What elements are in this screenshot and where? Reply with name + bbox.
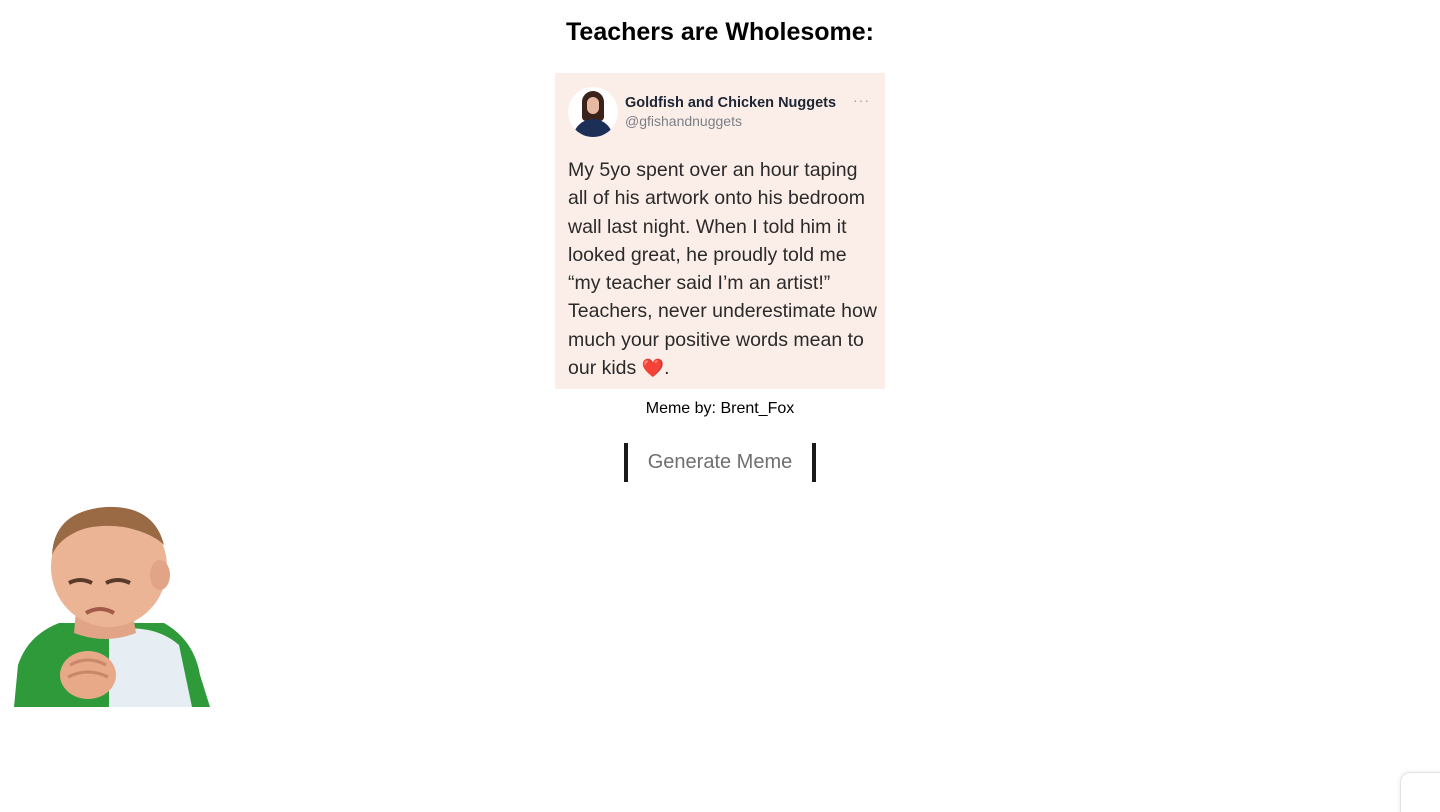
tweet-line: looked great, he proudly told me: [568, 243, 847, 266]
tweet-line: “my teacher said I’m an artist!”: [568, 272, 831, 295]
tweet-period: .: [664, 357, 670, 380]
meme-credit: Meme by: Brent_Fox: [645, 400, 795, 417]
page: Teachers are Wholesome: Goldfish and Chi…: [0, 0, 1440, 812]
corner-widget[interactable]: [1400, 772, 1440, 812]
more-icon: ···: [853, 92, 870, 108]
tweet-author-name: Goldfish and Chicken Nuggets: [625, 95, 837, 111]
avatar: [568, 87, 618, 137]
tweet-line-last: our kids ❤️.: [568, 354, 880, 382]
tweet-text: My 5yo spent over an hour taping all of …: [568, 156, 880, 382]
success-kid-image: [14, 506, 210, 707]
tweet-header: Goldfish and Chicken Nuggets @gfishandnu…: [568, 87, 878, 139]
tweet-line: wall last night. When I told him it: [568, 215, 847, 238]
tweet-line: Teachers, never underestimate how: [568, 300, 877, 323]
tweet-line: My 5yo spent over an hour taping: [568, 159, 858, 181]
generate-meme-button[interactable]: Generate Meme: [624, 443, 816, 482]
page-title: Teachers are Wholesome:: [566, 18, 874, 46]
tweet-line: much your positive words mean to: [568, 328, 864, 351]
heart-icon: ❤️: [641, 358, 665, 379]
tweet-line: all of his artwork onto his bedroom: [568, 187, 865, 210]
tweet-line: our kids: [568, 357, 637, 380]
tweet-author-handle: @gfishandnuggets: [625, 113, 742, 129]
meme-image: Goldfish and Chicken Nuggets @gfishandnu…: [555, 73, 885, 389]
